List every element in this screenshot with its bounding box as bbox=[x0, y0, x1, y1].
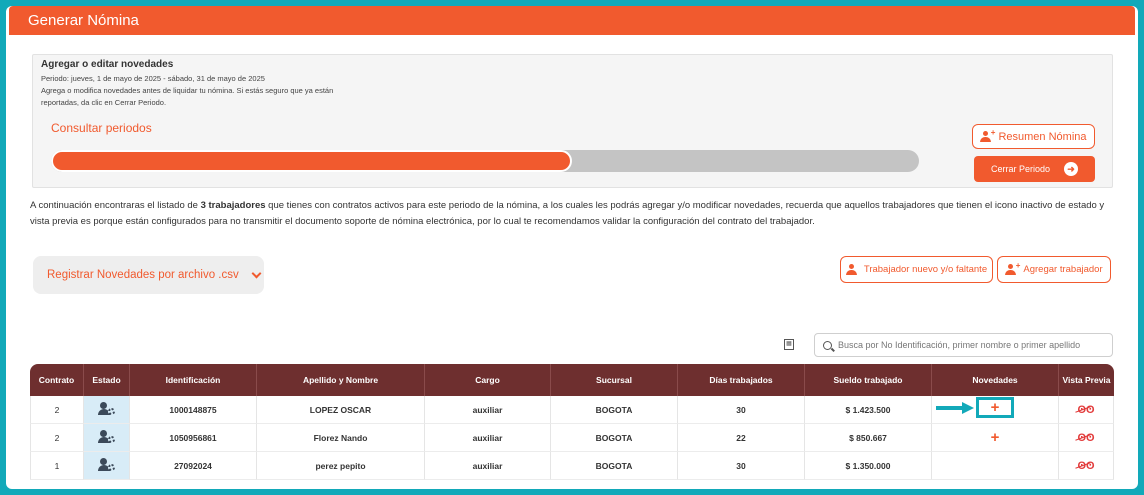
agregar-trabajador-button[interactable]: + Agregar trabajador bbox=[997, 256, 1111, 283]
col-contrato: Contrato bbox=[30, 364, 84, 396]
search-box[interactable] bbox=[814, 333, 1113, 357]
cell-sueldo: $ 850.667 bbox=[805, 424, 932, 452]
info-paragraph: A continuación encontraras el listado de… bbox=[30, 198, 1110, 230]
cell-estado[interactable] bbox=[84, 396, 130, 424]
add-novedad-button[interactable]: + bbox=[991, 429, 1000, 446]
page-title: Generar Nómina bbox=[28, 12, 139, 29]
cell-dias: 30 bbox=[678, 396, 805, 424]
table-row: 2 1050956861 Florez Nando auxiliar BOGOT… bbox=[30, 424, 1114, 452]
cell-sucursal: BOGOTA bbox=[551, 396, 678, 424]
glasses-slash-icon: ʘʘ bbox=[1077, 403, 1095, 416]
cell-identificacion: 27092024 bbox=[130, 452, 257, 480]
cell-identificacion: 1050956861 bbox=[130, 424, 257, 452]
col-vista-previa: Vista Previa bbox=[1059, 364, 1114, 396]
info-worker-count: 3 trabajadores bbox=[200, 200, 266, 211]
user-plus-icon: + bbox=[1005, 262, 1020, 275]
cell-novedades bbox=[932, 452, 1059, 480]
arrow-circle-right-icon: ➜ bbox=[1064, 162, 1079, 176]
add-novedad-button[interactable]: + bbox=[991, 400, 1000, 415]
col-identificacion: Identificación bbox=[130, 364, 257, 396]
cell-contrato: 2 bbox=[30, 396, 84, 424]
user-gear-icon bbox=[97, 457, 116, 472]
search-input[interactable] bbox=[838, 340, 1108, 350]
cell-vista-previa[interactable]: ʘʘ bbox=[1059, 424, 1114, 452]
glasses-slash-icon: ʘʘ bbox=[1077, 431, 1095, 444]
novedades-highlight: + bbox=[976, 397, 1014, 418]
cell-sucursal: BOGOTA bbox=[551, 424, 678, 452]
resumen-nomina-button[interactable]: + Resumen Nómina bbox=[972, 124, 1095, 149]
period-notice-line2: reportadas, da clic en Cerrar Periodo. bbox=[41, 98, 167, 107]
cell-sucursal: BOGOTA bbox=[551, 452, 678, 480]
period-notice-line1: Agrega o modifica novedades antes de liq… bbox=[41, 86, 334, 95]
cell-cargo: auxiliar bbox=[425, 452, 551, 480]
cell-dias: 30 bbox=[678, 452, 805, 480]
col-novedades: Novedades bbox=[932, 364, 1059, 396]
cell-nombre: perez pepito bbox=[257, 452, 425, 480]
period-panel: Agregar o editar novedades Periodo: juev… bbox=[32, 54, 1113, 188]
table-row: 1 27092024 perez pepito auxiliar BOGOTA … bbox=[30, 452, 1114, 480]
cell-estado[interactable] bbox=[84, 452, 130, 480]
col-sueldo: Sueldo trabajado bbox=[805, 364, 932, 396]
col-cargo: Cargo bbox=[425, 364, 551, 396]
cell-dias: 22 bbox=[678, 424, 805, 452]
resumen-nomina-label: Resumen Nómina bbox=[998, 130, 1087, 143]
user-gear-icon bbox=[97, 429, 116, 444]
cell-nombre: LOPEZ OSCAR bbox=[257, 396, 425, 424]
trabajador-nuevo-label: Trabajador nuevo y/o faltante bbox=[863, 264, 988, 275]
cerrar-periodo-button[interactable]: Cerrar Periodo ➜ bbox=[974, 156, 1095, 182]
cell-identificacion: 1000148875 bbox=[130, 396, 257, 424]
export-csv-icon[interactable]: ▦ bbox=[784, 339, 794, 350]
cell-vista-previa[interactable]: ʘʘ bbox=[1059, 396, 1114, 424]
pointer-arrow-icon bbox=[936, 402, 974, 414]
col-estado: Estado bbox=[84, 364, 130, 396]
cell-nombre: Florez Nando bbox=[257, 424, 425, 452]
period-progress-fill bbox=[51, 150, 572, 172]
glasses-slash-icon: ʘʘ bbox=[1077, 459, 1095, 472]
cell-vista-previa[interactable]: ʘʘ bbox=[1059, 452, 1114, 480]
period-range: Periodo: jueves, 1 de mayo de 2025 - sáb… bbox=[41, 74, 265, 83]
period-heading: Agregar o editar novedades bbox=[41, 59, 174, 70]
workers-table: Contrato Estado Identificación Apellido … bbox=[30, 364, 1114, 480]
registrar-csv-dropdown[interactable]: Registrar Novedades por archivo .csv bbox=[33, 256, 264, 294]
chevron-down-icon bbox=[251, 268, 262, 278]
cell-estado[interactable] bbox=[84, 424, 130, 452]
cell-sueldo: $ 1.350.000 bbox=[805, 452, 932, 480]
user-icon bbox=[845, 264, 858, 275]
title-bar: Generar Nómina bbox=[9, 6, 1135, 35]
cell-cargo: auxiliar bbox=[425, 424, 551, 452]
cell-cargo: auxiliar bbox=[425, 396, 551, 424]
trabajador-nuevo-button[interactable]: Trabajador nuevo y/o faltante bbox=[840, 256, 993, 283]
cell-contrato: 1 bbox=[30, 452, 84, 480]
cell-novedades: + bbox=[932, 424, 1059, 452]
col-nombre: Apellido y Nombre bbox=[257, 364, 425, 396]
cerrar-periodo-label: Cerrar Periodo bbox=[990, 164, 1051, 174]
info-text-start: A continuación encontraras el listado de bbox=[30, 200, 201, 211]
table-header-row: Contrato Estado Identificación Apellido … bbox=[30, 364, 1114, 396]
search-icon bbox=[823, 340, 832, 350]
col-sucursal: Sucursal bbox=[551, 364, 678, 396]
user-gear-icon bbox=[97, 401, 116, 416]
cell-contrato: 2 bbox=[30, 424, 84, 452]
app-frame: Generar Nómina Agregar o editar novedade… bbox=[6, 6, 1138, 489]
user-plus-icon: + bbox=[980, 129, 995, 142]
cell-sueldo: $ 1.423.500 bbox=[805, 396, 932, 424]
csv-label: Registrar Novedades por archivo .csv bbox=[47, 269, 239, 281]
consultar-periodos-link[interactable]: Consultar periodos bbox=[51, 121, 152, 135]
period-progress-bar bbox=[51, 150, 919, 172]
agregar-trabajador-label: Agregar trabajador bbox=[1023, 264, 1103, 275]
col-dias: Días trabajados bbox=[678, 364, 805, 396]
